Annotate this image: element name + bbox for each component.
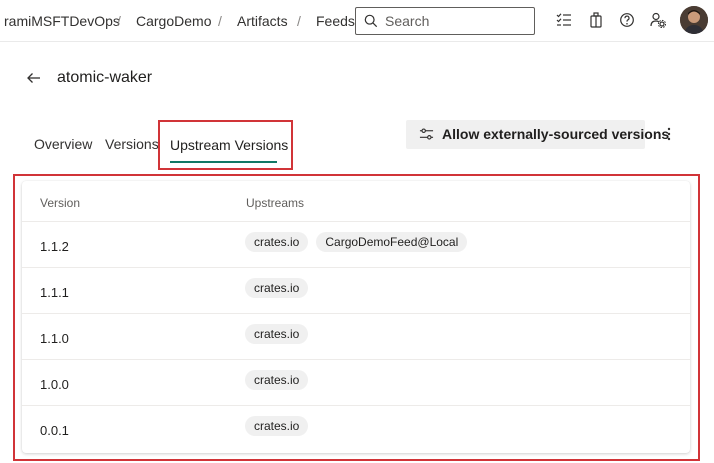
breadcrumb-artifacts[interactable]: Artifacts — [237, 13, 288, 29]
package-icon[interactable] — [588, 12, 604, 28]
breadcrumb-separator: / — [117, 13, 121, 29]
tab-versions[interactable]: Versions — [105, 136, 159, 152]
search-box[interactable] — [355, 7, 535, 35]
avatar[interactable] — [680, 6, 708, 34]
allow-externally-sourced-label: Allow externally-sourced versions — [442, 126, 670, 142]
breadcrumb-project[interactable]: CargoDemo — [136, 13, 211, 29]
task-list-icon[interactable] — [556, 12, 572, 28]
more-options-icon[interactable] — [662, 126, 676, 142]
breadcrumb-organization[interactable]: ramiMSFTDevOps — [4, 13, 120, 29]
user-settings-icon[interactable] — [650, 12, 666, 28]
breadcrumb-separator: / — [218, 13, 222, 29]
page-title: atomic-waker — [57, 69, 153, 86]
table-highlight-box — [13, 174, 700, 461]
search-icon — [364, 14, 378, 28]
search-input[interactable] — [385, 12, 530, 30]
top-bar: ramiMSFTDevOps / CargoDemo / Artifacts /… — [0, 0, 714, 42]
tab-overview[interactable]: Overview — [34, 136, 92, 152]
settings-sliders-icon — [419, 128, 434, 140]
breadcrumb-separator: / — [297, 13, 301, 29]
tab-highlight-box — [158, 120, 293, 170]
back-arrow-icon[interactable] — [26, 70, 42, 86]
help-icon[interactable] — [619, 12, 635, 28]
avatar-photo-icon — [680, 6, 708, 34]
breadcrumb-feeds[interactable]: Feeds — [316, 13, 355, 29]
allow-externally-sourced-button[interactable]: Allow externally-sourced versions — [406, 120, 669, 149]
